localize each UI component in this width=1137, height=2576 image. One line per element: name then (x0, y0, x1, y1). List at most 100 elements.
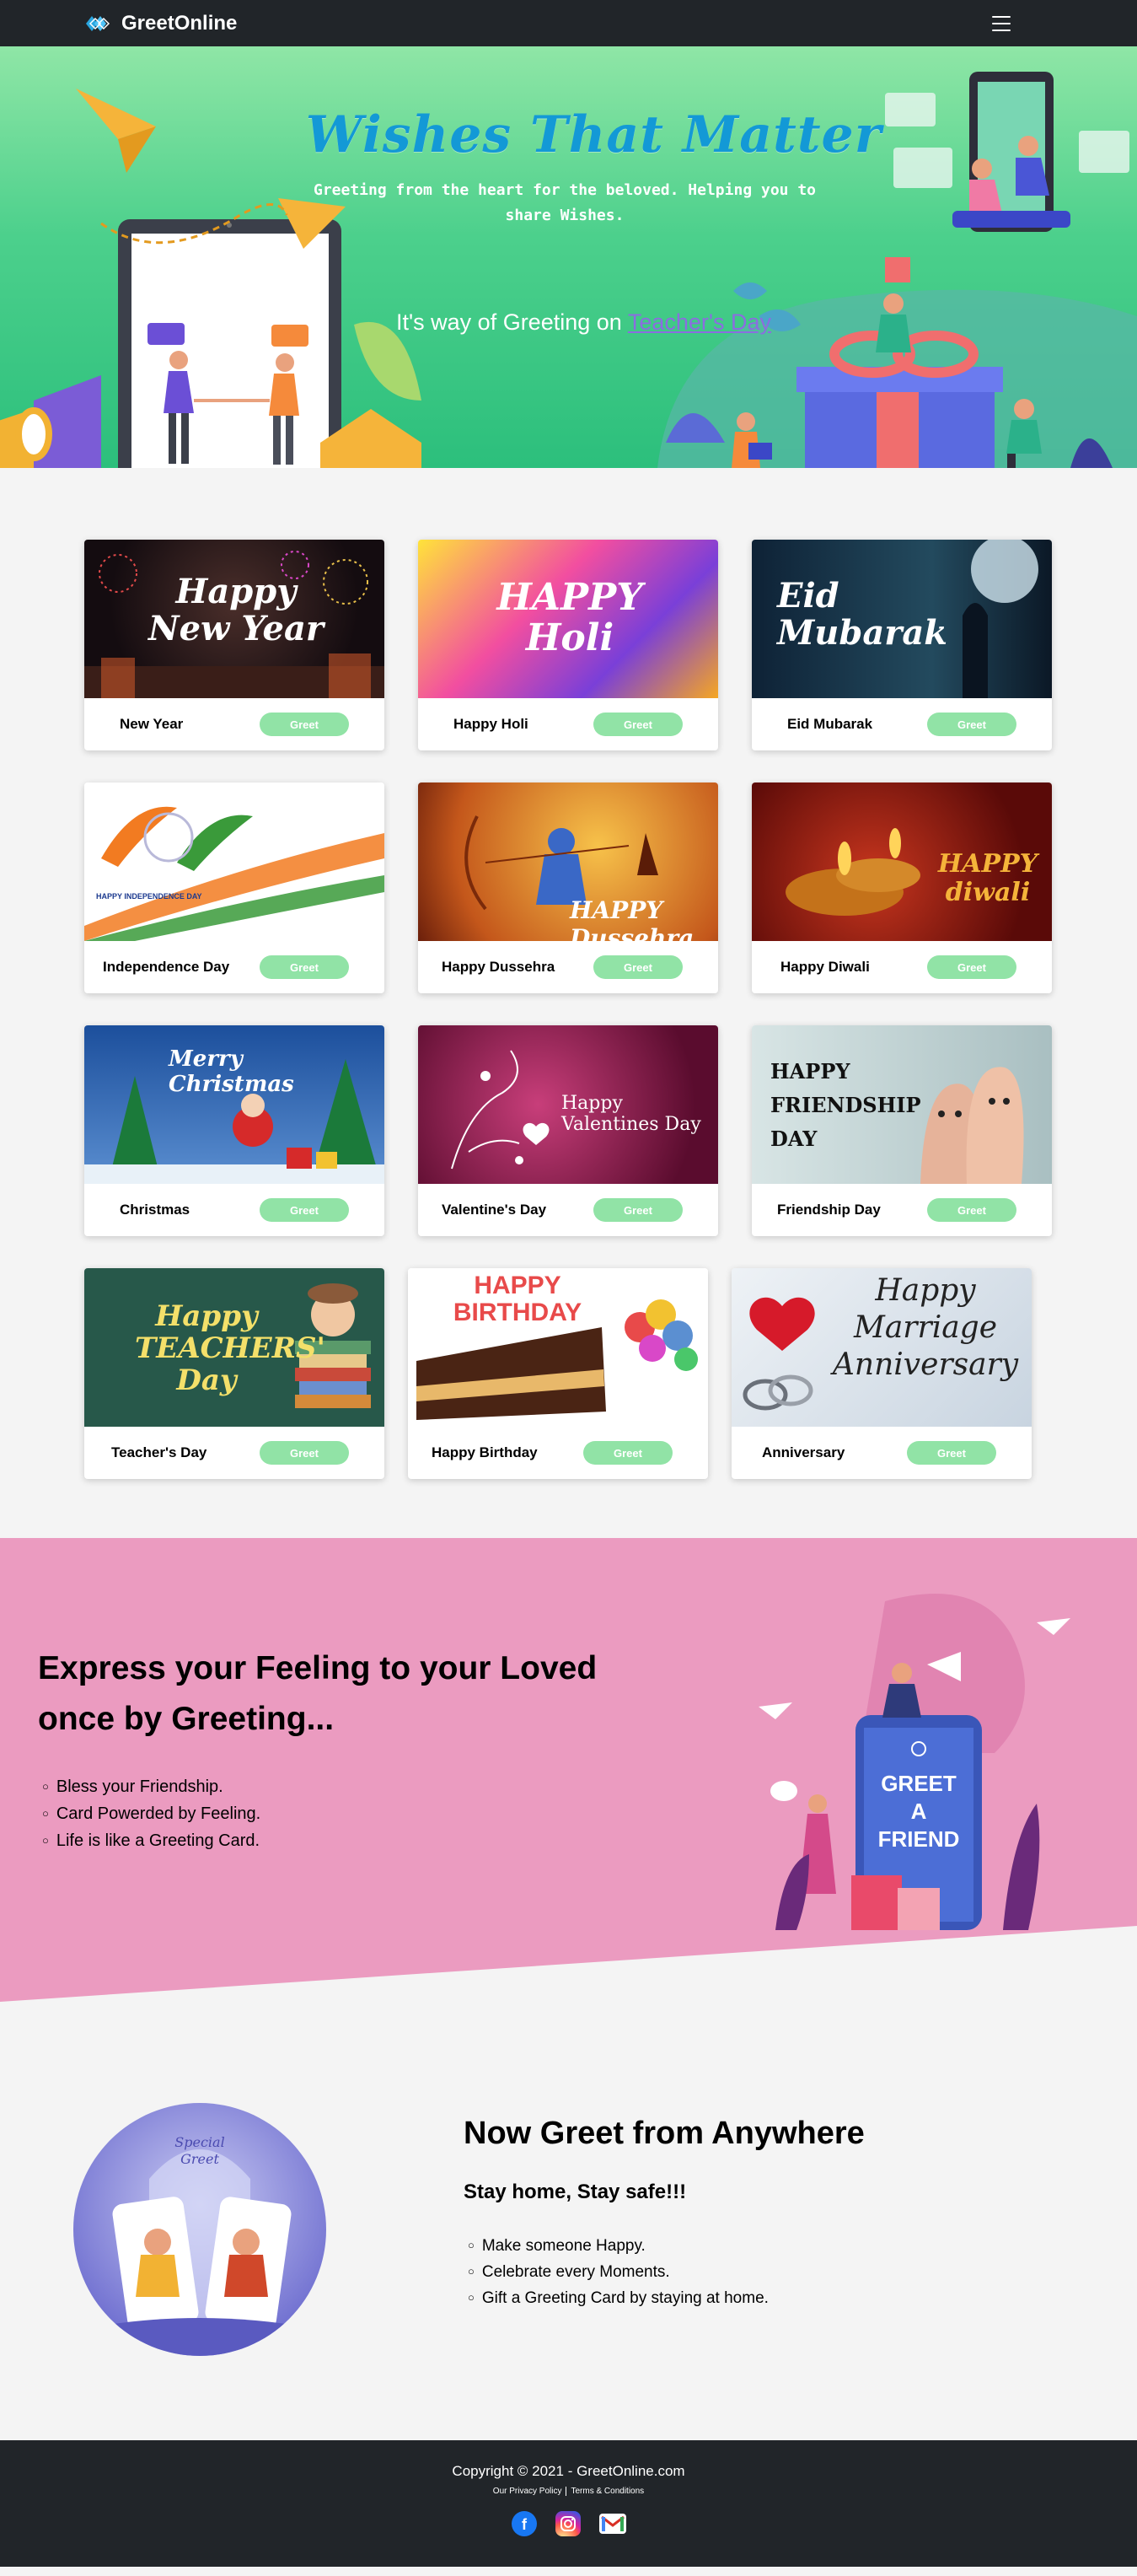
footer-links: Our Privacy Policy Terms & Conditions (0, 2487, 1137, 2496)
card-image-text: HAPPY BIRTHDAY (453, 1272, 582, 1326)
footer: Copyright © 2021 - GreetOnline.com Our P… (0, 2440, 1137, 2567)
card-image-text: Happy Marriage Anniversary (832, 1273, 1019, 1382)
card-title: Happy Dussehra (442, 959, 555, 975)
greet-button[interactable]: Greet (927, 713, 1016, 736)
card-row: Happy TEACHERS' Day Teacher's Day Greet … (84, 1268, 1137, 1479)
greet-button[interactable]: Greet (260, 1441, 349, 1465)
greet-button[interactable]: Greet (593, 1198, 683, 1222)
svg-text:A: A (911, 1799, 927, 1824)
anywhere-subtitle: Stay home, Stay safe!!! (464, 2181, 687, 2203)
card-title: Christmas (120, 1202, 190, 1218)
express-list: Bless your Friendship. Card Powerded by … (42, 1774, 260, 1855)
card-image-text: Happy Valentines Day (561, 1093, 701, 1135)
greet-anywhere-section: Special Greet Now Greet from Anywhere St… (0, 2002, 1137, 2440)
card-row: HAPPY INDEPENDENCE DAY Independence Day … (84, 782, 1137, 993)
card-title: Friendship Day (777, 1202, 881, 1218)
phones-greeting-illustration: Special Greet (73, 2103, 326, 2356)
brand-name: GreetOnline (121, 11, 238, 35)
list-item: Celebrate every Moments. (468, 2260, 769, 2286)
greet-button[interactable]: Greet (260, 1198, 349, 1222)
greet-button[interactable]: Greet (907, 1441, 996, 1465)
greet-button[interactable]: Greet (583, 1441, 673, 1465)
card-image-diwali: HAPPY diwali (752, 782, 1052, 941)
greet-button[interactable]: Greet (260, 713, 349, 736)
card-image-eid: Eid Mubarak (752, 540, 1052, 698)
card-image-new-year: Happy New Year (84, 540, 384, 698)
card-christmas[interactable]: Merry Christmas Christmas Greet (84, 1025, 384, 1236)
card-image-text: HAPPY Dussehra (570, 896, 695, 941)
card-friendship-day[interactable]: HAPPY FRIENDSHIP DAY Friendship Day Gree… (752, 1025, 1052, 1236)
special-greet-text: Special (174, 2134, 224, 2150)
card-new-year[interactable]: Happy New Year New Year Greet (84, 540, 384, 750)
card-independence-day[interactable]: HAPPY INDEPENDENCE DAY Independence Day … (84, 782, 384, 993)
express-title: Express your Feeling to your Loved once … (38, 1650, 598, 1737)
greet-button[interactable]: Greet (927, 1198, 1016, 1222)
hero-greeting-line: It's way of Greeting on Teacher's Day (396, 309, 772, 335)
greet-button[interactable]: Greet (260, 955, 349, 979)
card-image-text: Happy New Year (148, 572, 324, 648)
copyright-text: Copyright © 2021 - GreetOnline.com (452, 2463, 685, 2479)
card-birthday[interactable]: HAPPY BIRTHDAY Happy Birthday Greet (408, 1268, 708, 1479)
svg-text:Greet: Greet (180, 2151, 219, 2167)
card-title: Independence Day (103, 959, 230, 975)
greeting-cards-grid: Happy New Year New Year Greet HAPPY Holi… (0, 468, 1137, 1538)
svg-text:f: f (522, 2516, 528, 2531)
brand-logo-icon (86, 15, 110, 31)
card-title: Happy Holi (453, 716, 528, 732)
anywhere-title: Now Greet from Anywhere (464, 2116, 865, 2151)
card-image-birthday: HAPPY BIRTHDAY (408, 1268, 708, 1427)
card-title: New Year (120, 716, 184, 732)
social-links: f (0, 2511, 1137, 2536)
hero-banner: Wishes That Matter Greeting from the hea… (0, 46, 1137, 468)
greet-button[interactable]: Greet (927, 955, 1016, 979)
greet-button[interactable]: Greet (593, 713, 683, 736)
card-dussehra[interactable]: HAPPY Dussehra Happy Dussehra Greet (418, 782, 718, 993)
terms-link[interactable]: Terms & Conditions (571, 2487, 644, 2496)
card-image-text: Merry Christmas (169, 1046, 294, 1097)
list-item: Make someone Happy. (468, 2234, 769, 2260)
list-item: Card Powerded by Feeling. (42, 1801, 260, 1828)
greet-friend-illustration: GREET A FRIEND (759, 1594, 1070, 1930)
card-title: Anniversary (762, 1444, 845, 1460)
card-image-teachers: Happy TEACHERS' Day (84, 1268, 384, 1427)
card-image-text: HAPPY Holi (496, 576, 643, 659)
hero-title: Wishes That Matter (305, 105, 882, 164)
card-image-friendship: HAPPY FRIENDSHIP DAY (752, 1025, 1052, 1184)
privacy-policy-link[interactable]: Our Privacy Policy (493, 2487, 562, 2496)
card-anniversary[interactable]: Happy Marriage Anniversary Anniversary G… (732, 1268, 1032, 1479)
hero-occasion-link[interactable]: Teacher's Day (628, 309, 771, 335)
card-valentines-day[interactable]: Happy Valentines Day Valentine's Day Gre… (418, 1025, 718, 1236)
menu-toggle-icon[interactable] (992, 15, 1011, 31)
card-image-text: HAPPY FRIENDSHIP DAY (770, 1059, 921, 1151)
card-title: Happy Birthday (432, 1444, 538, 1460)
anywhere-list: Make someone Happy. Celebrate every Mome… (468, 2234, 769, 2312)
card-image-christmas: Merry Christmas (84, 1025, 384, 1184)
card-image-independence: HAPPY INDEPENDENCE DAY (84, 782, 384, 941)
card-title: Eid Mubarak (787, 716, 873, 732)
list-item: Life is like a Greeting Card. (42, 1828, 260, 1855)
greet-button[interactable]: Greet (593, 955, 683, 979)
navbar: GreetOnline (0, 0, 1137, 46)
svg-text:FRIEND: FRIEND (878, 1826, 960, 1852)
special-greet-illustration: Special Greet (73, 2103, 326, 2356)
card-image-anniversary: Happy Marriage Anniversary (732, 1268, 1032, 1427)
card-eid[interactable]: Eid Mubarak Eid Mubarak Greet (752, 540, 1052, 750)
card-teachers-day[interactable]: Happy TEACHERS' Day Teacher's Day Greet (84, 1268, 384, 1479)
facebook-icon[interactable]: f (511, 2511, 537, 2536)
svg-text:GREET: GREET (881, 1771, 957, 1796)
instagram-icon[interactable] (555, 2511, 581, 2536)
card-image-text: HAPPY INDEPENDENCE DAY (96, 892, 202, 901)
tricolor-illustration (84, 806, 384, 941)
card-holi[interactable]: HAPPY Holi Happy Holi Greet (418, 540, 718, 750)
card-image-text: Eid Mubarak (777, 576, 947, 653)
list-item: Bless your Friendship. (42, 1774, 260, 1801)
card-image-text: Happy TEACHERS' Day (135, 1299, 325, 1397)
express-feeling-section: Express your Feeling to your Loved once … (0, 1538, 1137, 2002)
card-image-text: HAPPY diwali (937, 849, 1038, 907)
gmail-icon[interactable] (598, 2514, 626, 2534)
card-image-dussehra: HAPPY Dussehra (418, 782, 718, 941)
card-diwali[interactable]: HAPPY diwali Happy Diwali Greet (752, 782, 1052, 993)
brand-link[interactable]: GreetOnline (84, 12, 237, 35)
card-title: Happy Diwali (780, 959, 870, 975)
card-row: Merry Christmas Christmas Greet Happy Va… (84, 1025, 1137, 1236)
